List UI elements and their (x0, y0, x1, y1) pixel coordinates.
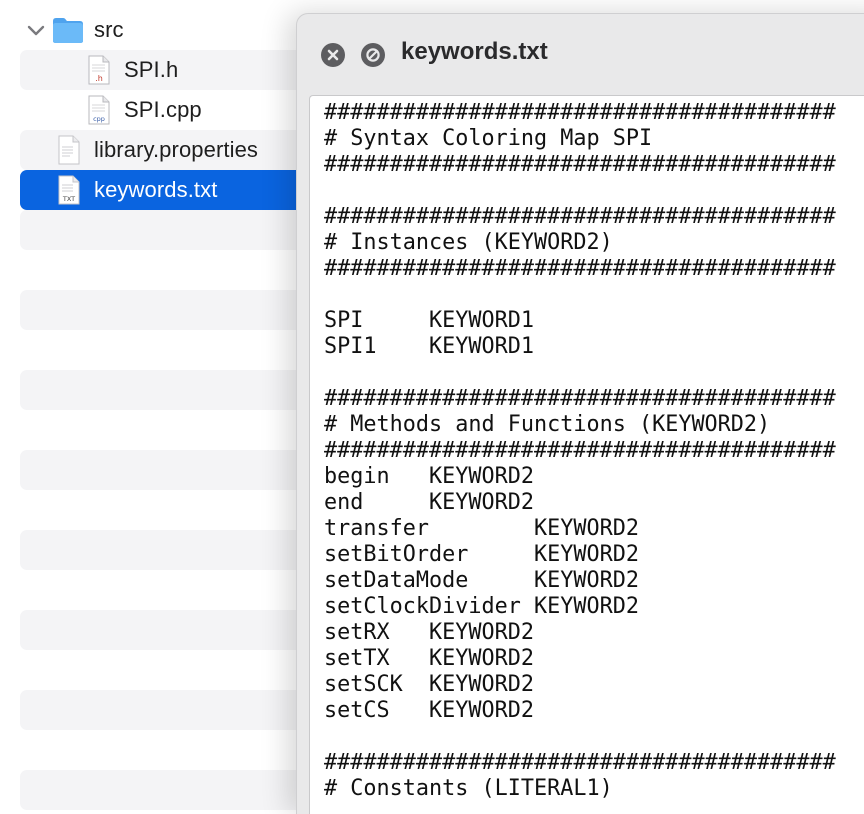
quicklook-titlebar[interactable]: keywords.txt (297, 14, 864, 94)
file-row-label: src (94, 17, 124, 42)
file-row-label: keywords.txt (94, 177, 218, 202)
txt-file-icon: TXT (58, 175, 80, 205)
fullscreen-button[interactable] (361, 43, 385, 67)
file-row-label: library.properties (94, 137, 259, 162)
quicklook-panel: keywords.txt ###########################… (296, 13, 864, 814)
file-row-label: SPI.cpp (124, 97, 202, 122)
quicklook-text-preview[interactable]: ####################################### … (309, 95, 864, 814)
h-file-icon: .h (88, 55, 110, 85)
chevron-down-icon[interactable] (26, 20, 46, 40)
file-contents: ####################################### … (324, 100, 836, 801)
no-entry-icon (366, 48, 380, 62)
folder-icon (53, 18, 83, 43)
file-row-label: SPI.h (124, 57, 179, 82)
close-icon (327, 49, 339, 61)
cpp-file-icon: cpp (88, 95, 110, 125)
file-type-badge: cpp (93, 115, 105, 123)
text-file-icon (58, 135, 80, 165)
file-type-badge: TXT (62, 195, 75, 203)
quicklook-title: keywords.txt (401, 38, 548, 65)
close-button[interactable] (321, 43, 345, 67)
file-type-badge: .h (95, 74, 103, 83)
